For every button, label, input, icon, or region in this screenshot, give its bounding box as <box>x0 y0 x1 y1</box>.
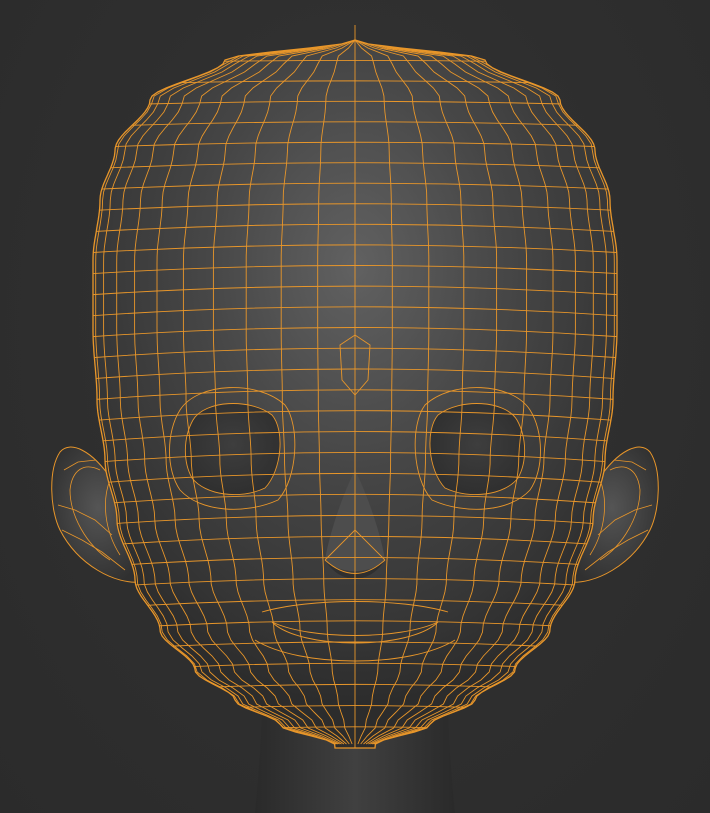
left-eye-socket <box>185 403 281 495</box>
right-eye-socket <box>429 403 525 495</box>
3d-viewport[interactable] <box>0 0 710 813</box>
head-mesh-render <box>51 25 659 813</box>
